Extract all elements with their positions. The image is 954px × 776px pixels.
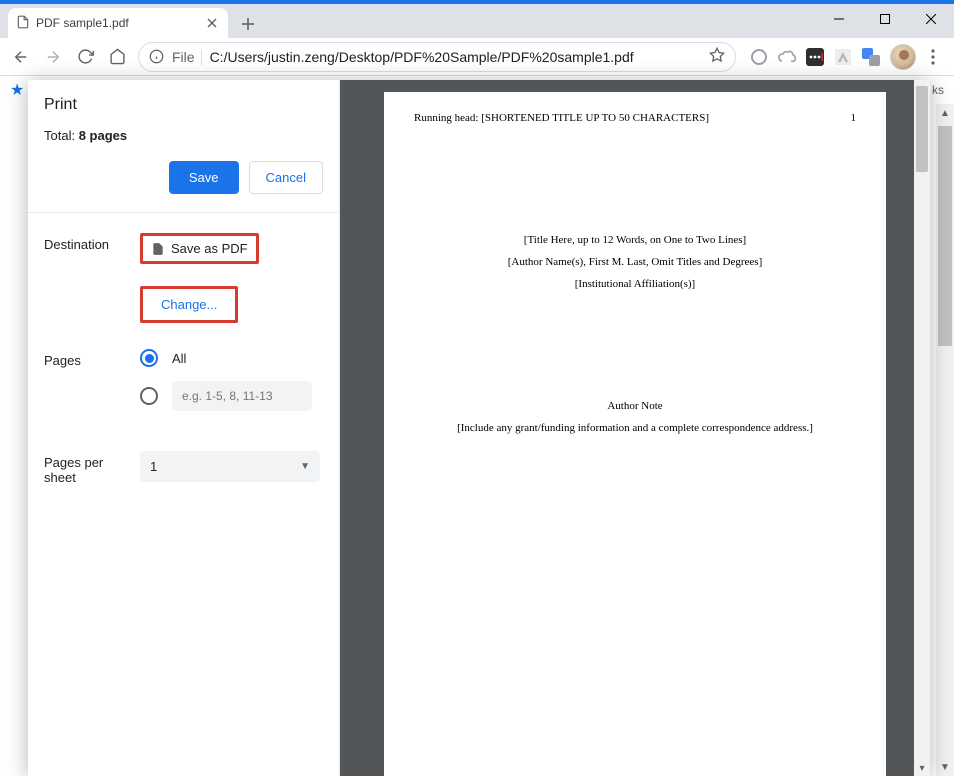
doc-author: [Author Name(s), First M. Last, Omit Tit…	[414, 256, 856, 268]
running-head: Running head: [SHORTENED TITLE UP TO 50 …	[414, 112, 709, 124]
extension-circle-icon[interactable]	[750, 48, 768, 66]
site-info-icon[interactable]	[149, 49, 164, 64]
url-text: C:/Users/justin.zeng/Desktop/PDF%20Sampl…	[210, 49, 634, 65]
chrome-menu-button[interactable]	[918, 42, 948, 72]
extension-icons	[742, 48, 888, 66]
doc-affiliation: [Institutional Affiliation(s)]	[414, 278, 856, 290]
print-preview: Running head: [SHORTENED TITLE UP TO 50 …	[340, 80, 930, 776]
page-scrollbar[interactable]: ▲ ▼	[936, 104, 954, 776]
pages-per-sheet-value: 1	[150, 459, 157, 474]
print-page-count: 8 pages	[79, 128, 127, 143]
pages-custom-radio[interactable]	[140, 387, 158, 405]
home-button[interactable]	[102, 42, 132, 72]
doc-title: [Title Here, up to 12 Words, on One to T…	[414, 234, 856, 246]
pages-all-label: All	[172, 351, 186, 366]
url-scheme-label: File	[172, 49, 202, 65]
extension-translate-icon[interactable]	[862, 48, 880, 66]
cancel-button[interactable]: Cancel	[249, 161, 323, 194]
bookmarks-overflow-label: ks	[932, 83, 944, 97]
minimize-button[interactable]	[816, 4, 862, 34]
change-destination-button[interactable]: Change...	[140, 286, 238, 323]
print-total: Total: 8 pages	[44, 128, 323, 143]
author-note-body: [Include any grant/funding information a…	[414, 422, 856, 434]
profile-avatar[interactable]	[890, 44, 916, 70]
page-number: 1	[851, 112, 857, 124]
chevron-down-icon: ▼	[300, 461, 310, 472]
pages-all-radio[interactable]	[140, 349, 158, 367]
extension-adobe-icon[interactable]	[834, 48, 852, 66]
scroll-up-icon[interactable]: ▲	[936, 104, 954, 122]
extension-cloud-icon[interactable]	[778, 48, 796, 66]
bookmark-star-icon[interactable]	[709, 47, 725, 66]
pages-per-sheet-select[interactable]: 1 ▼	[140, 451, 320, 482]
scrollbar-thumb[interactable]	[938, 126, 952, 346]
tab-close-icon[interactable]	[204, 15, 220, 31]
print-settings-panel: Print Total: 8 pages Save Cancel Destina…	[28, 80, 340, 776]
browser-tab[interactable]: PDF sample1.pdf	[8, 8, 228, 38]
print-total-prefix: Total:	[44, 128, 79, 143]
maximize-button[interactable]	[862, 4, 908, 34]
preview-scrollbar-thumb[interactable]	[916, 86, 928, 172]
destination-value-highlight[interactable]: Save as PDF	[140, 233, 259, 264]
close-window-button[interactable]	[908, 4, 954, 34]
preview-page: Running head: [SHORTENED TITLE UP TO 50 …	[384, 92, 886, 776]
address-bar[interactable]: File C:/Users/justin.zeng/Desktop/PDF%20…	[138, 42, 736, 72]
preview-scroll-down-icon[interactable]: ▾	[914, 760, 930, 776]
bookmark-item-icon[interactable]: ★	[10, 80, 24, 100]
tab-title: PDF sample1.pdf	[36, 16, 198, 30]
file-icon	[16, 15, 30, 32]
forward-button[interactable]	[38, 42, 68, 72]
print-dialog-title: Print	[44, 96, 323, 114]
new-tab-button[interactable]	[234, 10, 262, 38]
print-dialog: Print Total: 8 pages Save Cancel Destina…	[28, 80, 930, 776]
pages-label: Pages	[44, 349, 130, 425]
reload-button[interactable]	[70, 42, 100, 72]
browser-toolbar: File C:/Users/justin.zeng/Desktop/PDF%20…	[0, 38, 954, 76]
scroll-down-icon[interactable]: ▼	[936, 758, 954, 776]
destination-label: Destination	[44, 233, 130, 323]
pages-per-sheet-label: Pages per sheet	[44, 451, 130, 485]
author-note-heading: Author Note	[414, 400, 856, 412]
content-area: ▲ ▼ Print Total: 8 pages Save Cancel Des…	[0, 104, 954, 776]
preview-scrollbar[interactable]: ▴ ▾	[914, 80, 930, 776]
save-button[interactable]: Save	[169, 161, 239, 194]
back-button[interactable]	[6, 42, 36, 72]
pdf-icon	[151, 242, 165, 256]
destination-value: Save as PDF	[171, 241, 248, 256]
tab-strip: PDF sample1.pdf	[0, 4, 954, 38]
extension-lastpass-icon[interactable]	[806, 48, 824, 66]
pages-range-input[interactable]	[172, 381, 312, 411]
window-controls	[816, 4, 954, 34]
